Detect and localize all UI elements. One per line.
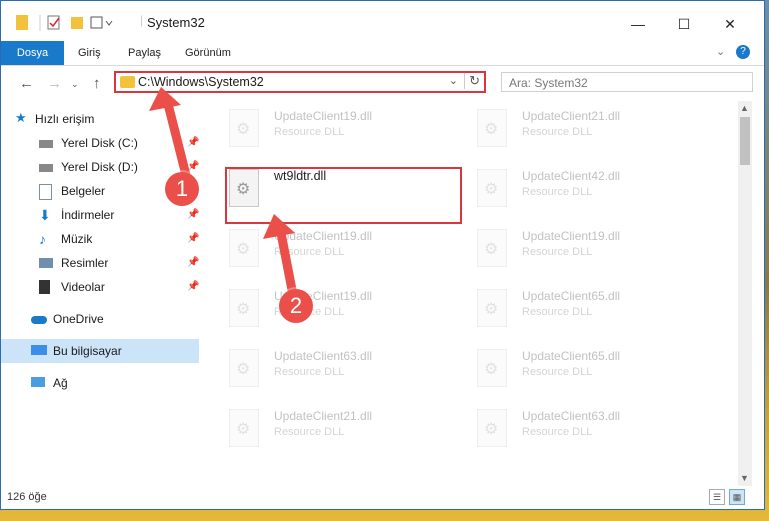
step-badge-1: 1 [165, 172, 199, 206]
explorer-window: | System32 — ☐ ✕ Dosya Giriş Paylaş Görü… [0, 0, 765, 510]
arrow-1-head [149, 87, 181, 111]
arrow-1 [163, 99, 192, 184]
arrow-2 [276, 228, 298, 300]
step-badge-2: 2 [279, 289, 313, 323]
arrow-2-head [263, 214, 295, 239]
annotation-arrows [149, 87, 298, 300]
